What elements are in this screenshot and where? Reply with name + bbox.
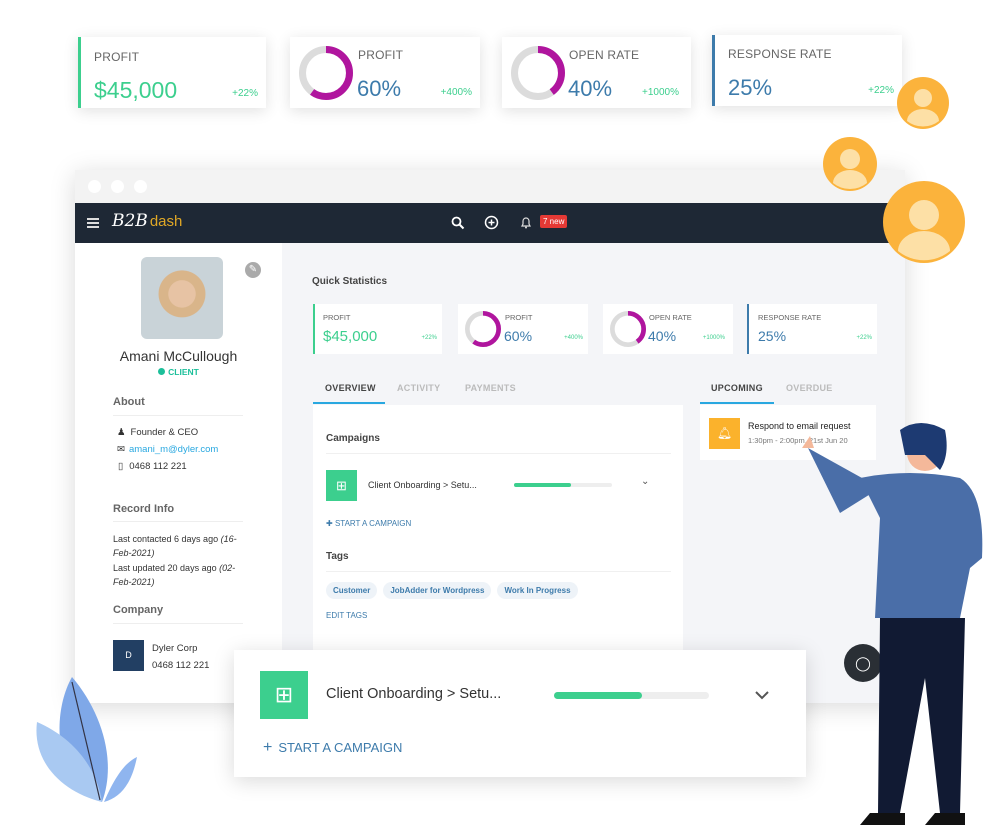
mail-icon: ✉	[117, 444, 125, 455]
floating-campaign-card: ⊞ Client Onboarding > Setu... + START A C…	[234, 650, 806, 777]
stat-label: PROFIT	[94, 50, 140, 64]
stat-label: PROFIT	[358, 48, 404, 62]
campaign-icon: ⊞	[326, 470, 357, 501]
active-tab-indicator	[700, 402, 774, 404]
stat-value: 25%	[728, 75, 773, 100]
company-name[interactable]: Dyler Corp	[152, 643, 197, 654]
plus-icon: +	[263, 739, 273, 756]
campaign-progress-bar	[554, 692, 709, 699]
active-tab-indicator	[313, 402, 385, 404]
tag[interactable]: Work In Progress	[497, 582, 578, 599]
chevron-down-icon[interactable]	[754, 690, 770, 700]
campaign-name[interactable]: Client Onboarding > Setu...	[326, 686, 501, 702]
role: ♟ Founder & CEO	[117, 427, 199, 438]
stat-value: 40%	[568, 76, 613, 101]
campaigns-heading: Campaigns	[326, 433, 380, 444]
tag[interactable]: JobAdder for Wordpress	[383, 582, 492, 599]
tab-activity[interactable]: ACTIVITY	[397, 383, 440, 393]
stat-label: RESPONSE RATE	[728, 47, 832, 61]
tab-upcoming[interactable]: UPCOMING	[711, 383, 763, 393]
phone: ▯ 0468 112 221	[118, 461, 187, 472]
tags-heading: Tags	[326, 551, 349, 562]
campaign-icon: ⊞	[260, 671, 308, 719]
profile-photo	[141, 257, 223, 339]
stat-card-profit-percent: PROFIT 60% +400%	[290, 37, 480, 108]
company-logo: D	[113, 640, 144, 671]
stat-card-response-rate: RESPONSE RATE 25% +22%	[712, 35, 902, 106]
tab-overview[interactable]: OVERVIEW	[325, 383, 376, 393]
last-updated: Last updated 20 days ago (02-Feb-2021)	[113, 563, 236, 587]
avatar	[897, 77, 949, 129]
campaign-progress-bar	[514, 483, 612, 487]
mini-stat-open-rate: OPEN RATE 40% +1000%	[603, 304, 733, 354]
stat-value: $45,000	[94, 77, 178, 103]
add-circle-icon[interactable]	[484, 215, 499, 230]
tab-payments[interactable]: PAYMENTS	[465, 383, 516, 393]
stat-delta: +22%	[868, 85, 894, 96]
notification-badge[interactable]: 7 new	[540, 215, 568, 228]
chevron-down-icon[interactable]: ⌄	[641, 476, 649, 487]
stat-delta: +22%	[232, 88, 258, 99]
about-heading: About	[113, 396, 145, 408]
tag[interactable]: Customer	[326, 582, 378, 599]
donut-chart	[610, 311, 646, 347]
start-campaign-link[interactable]: + START A CAMPAIGN	[263, 739, 402, 757]
stat-card-profit: PROFIT $45,000 +22%	[78, 37, 266, 108]
status-dot	[158, 368, 166, 375]
search-icon[interactable]	[451, 216, 465, 230]
avatar	[883, 181, 965, 263]
window-dot[interactable]	[111, 180, 124, 193]
company-heading: Company	[113, 604, 164, 616]
bell-icon: 🔔︎	[709, 418, 740, 449]
logo: B2B dash	[112, 211, 183, 231]
donut-chart	[511, 46, 565, 100]
status-badge: CLIENT	[75, 367, 282, 377]
company-phone: 0468 112 221	[152, 660, 210, 671]
window-dot[interactable]	[88, 180, 101, 193]
profile-name: Amani McCullough	[119, 348, 238, 364]
stat-value: 60%	[357, 76, 402, 101]
email[interactable]: ✉ amani_m@dyler.com	[117, 444, 218, 455]
stat-card-open-rate: OPEN RATE 40% +1000%	[502, 37, 691, 108]
profile-sidebar: ✎ Amani McCullough CLIENT About ♟ Founder…	[75, 243, 282, 703]
record-info-heading: Record Info	[113, 503, 175, 515]
donut-chart	[465, 311, 501, 347]
edit-icon[interactable]: ✎	[245, 262, 261, 278]
phone-icon: ▯	[118, 461, 124, 472]
last-contacted: Last contacted 6 days ago (16-Feb-2021)	[113, 534, 237, 558]
stat-delta: +400%	[440, 87, 472, 98]
mini-stat-response-rate: RESPONSE RATE 25% +22%	[747, 304, 877, 354]
bell-icon[interactable]	[520, 216, 532, 229]
donut-chart	[299, 46, 353, 100]
stat-label: OPEN RATE	[569, 48, 640, 62]
avatar	[823, 137, 877, 191]
menu-icon[interactable]	[87, 218, 99, 228]
quick-stats-title: Quick Statistics	[312, 276, 388, 287]
mini-stat-profit-percent: PROFIT 60% +400%	[458, 304, 588, 354]
window-titlebar	[75, 170, 905, 203]
person-icon: ♟	[117, 427, 126, 438]
leaf-illustration	[36, 677, 137, 802]
person-illustration	[802, 423, 983, 825]
campaign-name[interactable]: Client Onboarding > Setu...	[368, 480, 477, 490]
window-dot[interactable]	[134, 180, 147, 193]
tag-list: Customer JobAdder for Wordpress Work In Pr…	[326, 580, 584, 599]
tab-overdue[interactable]: OVERDUE	[786, 383, 833, 393]
start-campaign-link[interactable]: ✚ START A CAMPAIGN	[326, 519, 411, 528]
edit-tags-link[interactable]: EDIT TAGS	[326, 611, 367, 620]
status-text: CLIENT	[168, 367, 199, 377]
top-navbar: B2B dash 7 new	[75, 203, 905, 243]
app-window: B2B dash 7 new ✎ Amani McCullough CLIENT …	[75, 170, 905, 703]
mini-stat-profit: PROFIT $45,000 +22%	[313, 304, 442, 354]
stat-delta: +1000%	[642, 87, 679, 98]
